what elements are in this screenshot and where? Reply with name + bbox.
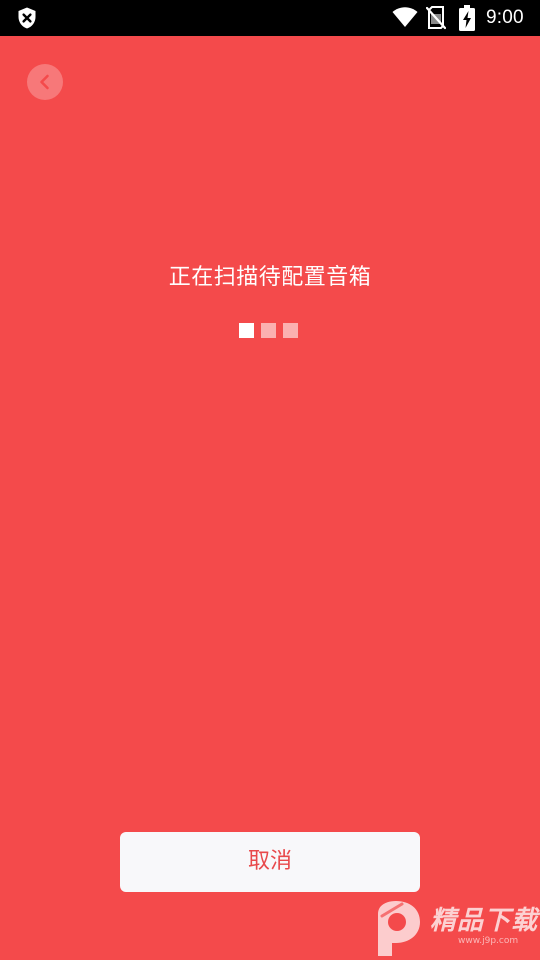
chevron-left-icon xyxy=(40,74,49,90)
watermark-logo-icon xyxy=(378,901,420,956)
wifi-icon xyxy=(392,7,418,28)
watermark-url: www.j9p.com xyxy=(458,936,519,946)
scan-status-title: 正在扫描待配置音箱 xyxy=(168,265,372,290)
loading-indicator xyxy=(239,323,299,338)
back-button[interactable] xyxy=(27,64,63,100)
watermark-text: 精品下载 xyxy=(430,906,539,936)
loading-dot xyxy=(283,323,298,338)
watermark: 精品下载 www.j9p.com xyxy=(372,898,540,960)
status-time: 9:00 xyxy=(486,7,524,28)
battery-charging-icon xyxy=(459,5,475,31)
status-bar: 9:00 xyxy=(0,0,540,36)
shield-x-icon xyxy=(18,7,36,29)
no-sim-icon xyxy=(426,6,446,30)
loading-dot xyxy=(261,323,276,338)
loading-dot-active xyxy=(239,323,254,338)
cancel-button[interactable]: 取消 xyxy=(120,832,420,892)
